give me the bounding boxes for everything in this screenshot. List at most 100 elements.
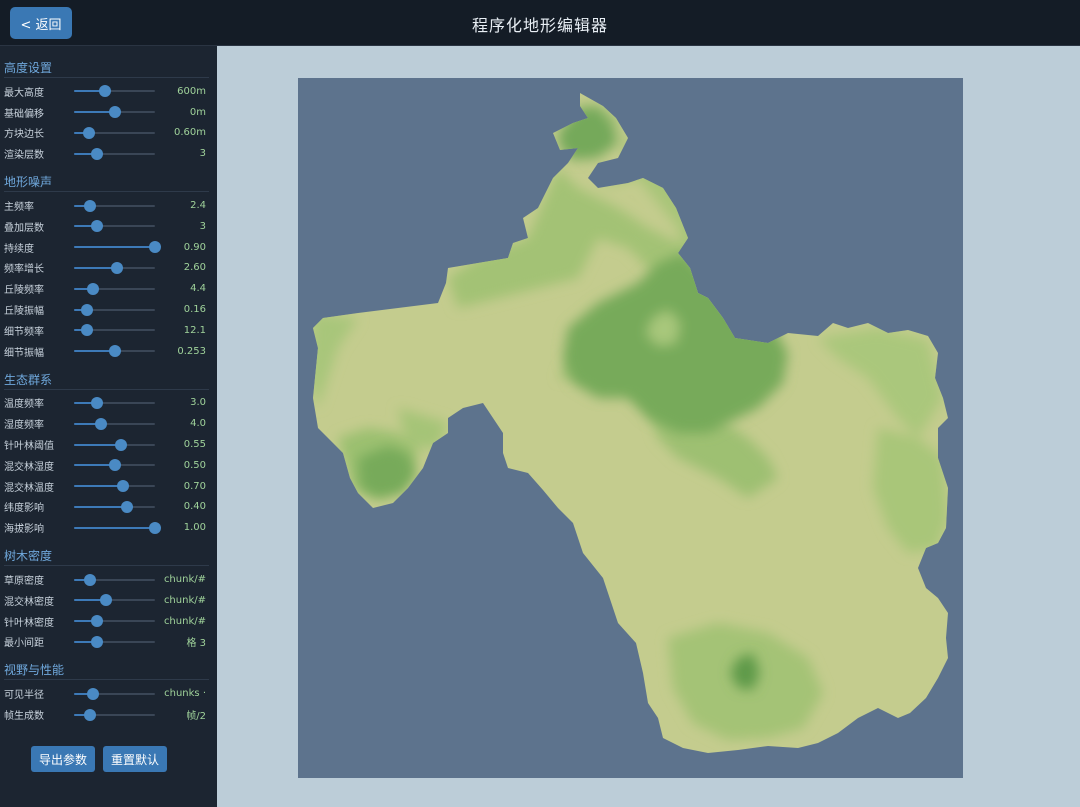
- slider-row: 丘陵频率 4.4: [4, 278, 213, 299]
- slider-handle[interactable]: [116, 480, 129, 493]
- slider-row: 可见半径 · chunks: [4, 683, 213, 704]
- slider-fill: [74, 443, 121, 446]
- slider-row: 基础偏移 0m: [4, 102, 213, 123]
- slider-label: 可见半径: [4, 690, 44, 702]
- slider-handle[interactable]: [87, 282, 100, 295]
- slider-row: 湿度频率 4.0: [4, 413, 213, 434]
- slider-label: 频率增长: [4, 264, 44, 276]
- slider-handle[interactable]: [84, 708, 97, 721]
- slider-track[interactable]: [74, 615, 155, 628]
- slider-row: 叠加层数 3: [4, 216, 213, 237]
- slider-fill: [74, 485, 123, 488]
- slider-track[interactable]: [74, 500, 155, 513]
- slider-label: 最大高度: [4, 87, 44, 99]
- slider-handle[interactable]: [100, 594, 113, 607]
- slider-track[interactable]: [74, 126, 155, 139]
- slider-label: 混交林温度: [4, 482, 54, 494]
- slider-handle[interactable]: [110, 261, 123, 274]
- slider-track[interactable]: [74, 85, 155, 98]
- terrain-viewport[interactable]: [298, 78, 963, 778]
- slider-fill: [74, 505, 128, 508]
- slider-row: 频率增长 2.60: [4, 258, 213, 279]
- slider-row: 海拔影响 1.00: [4, 517, 213, 538]
- slider-label: 细节振幅: [4, 347, 44, 359]
- slider-value: 0.60m: [173, 127, 206, 139]
- slider-track[interactable]: [74, 594, 155, 607]
- reset-defaults-button[interactable]: 重置默认: [103, 746, 168, 772]
- slider-handle[interactable]: [98, 85, 111, 98]
- slider-track[interactable]: [74, 303, 155, 316]
- slider-label: 针叶林密度: [4, 617, 54, 629]
- slider-track[interactable]: [74, 147, 155, 160]
- slider-value: 1.00: [183, 522, 206, 534]
- slider-value: #/chunk: [163, 594, 206, 606]
- slider-label: 纬度影响: [4, 503, 44, 515]
- section-title: 生态群系: [4, 370, 209, 390]
- slider-handle[interactable]: [82, 126, 95, 139]
- slider-handle[interactable]: [84, 573, 97, 586]
- slider-track[interactable]: [74, 573, 155, 586]
- slider-label: 针叶林阈值: [4, 441, 54, 453]
- slider-value: 3.0: [190, 397, 206, 409]
- slider-track[interactable]: [74, 635, 155, 648]
- slider-row: 温度频率 3.0: [4, 393, 213, 414]
- slider-track[interactable]: [74, 345, 155, 358]
- slider-handle[interactable]: [80, 303, 93, 316]
- export-params-button[interactable]: 导出参数: [31, 746, 96, 772]
- slider-row: 混交林湿度 0.50: [4, 455, 213, 476]
- slider-handle[interactable]: [90, 635, 103, 648]
- slider-handle[interactable]: [90, 147, 103, 160]
- slider-handle[interactable]: [108, 345, 121, 358]
- slider-track[interactable]: [74, 438, 155, 451]
- slider-handle[interactable]: [86, 687, 99, 700]
- slider-track[interactable]: [74, 199, 155, 212]
- slider-row: 帧生成数 2/帧: [4, 704, 213, 725]
- slider-value: 0m: [189, 106, 206, 118]
- slider-label: 叠加层数: [4, 222, 44, 234]
- slider-track[interactable]: [74, 261, 155, 274]
- slider-handle[interactable]: [114, 438, 127, 451]
- slider-row: 混交林密度 #/chunk: [4, 590, 213, 611]
- slider-value: · chunks: [164, 688, 206, 700]
- slider-track[interactable]: [74, 241, 161, 254]
- slider-handle[interactable]: [108, 106, 121, 119]
- slider-handle[interactable]: [80, 324, 93, 337]
- slider-label: 最小间距: [4, 638, 44, 650]
- slider-row: 渲染层数 3: [4, 143, 213, 164]
- slider-label: 湿度频率: [4, 420, 44, 432]
- slider-handle[interactable]: [90, 396, 103, 409]
- slider-track[interactable]: [74, 106, 155, 119]
- slider-value: #/chunk: [163, 574, 206, 586]
- slider-handle[interactable]: [108, 459, 121, 472]
- terrain-map[interactable]: [298, 78, 963, 778]
- slider-track[interactable]: [74, 220, 155, 233]
- slider-track[interactable]: [74, 417, 155, 430]
- slider-track[interactable]: [74, 396, 155, 409]
- top-bar: < 返回 程序化地形编辑器: [0, 0, 1080, 46]
- slider-label: 渲染层数: [4, 150, 44, 162]
- section-title: 树木密度: [4, 546, 209, 567]
- slider-row: 混交林温度 0.70: [4, 476, 213, 497]
- slider-row: 主频率 2.4: [4, 195, 213, 216]
- slider-track[interactable]: [74, 324, 155, 337]
- slider-track[interactable]: [74, 687, 155, 700]
- slider-handle[interactable]: [91, 615, 104, 628]
- slider-handle[interactable]: [94, 417, 107, 430]
- slider-value: 4.0: [190, 418, 206, 430]
- slider-fill: [74, 526, 155, 529]
- slider-handle[interactable]: [90, 220, 103, 233]
- slider-track[interactable]: [74, 282, 155, 295]
- slider-row: 丘陵振幅 0.16: [4, 299, 213, 320]
- slider-label: 草原密度: [4, 576, 44, 588]
- slider-value: 4.4: [190, 283, 206, 295]
- slider-track[interactable]: [74, 459, 155, 472]
- slider-track[interactable]: [74, 480, 155, 493]
- slider-handle[interactable]: [84, 199, 97, 212]
- slider-row: 纬度影响 0.40: [4, 497, 213, 518]
- slider-label: 温度频率: [4, 399, 44, 411]
- slider-track[interactable]: [74, 521, 161, 534]
- slider-label: 混交林湿度: [4, 461, 54, 473]
- slider-handle[interactable]: [121, 500, 134, 513]
- slider-track[interactable]: [74, 708, 155, 721]
- slider-value: 0.55: [183, 439, 206, 451]
